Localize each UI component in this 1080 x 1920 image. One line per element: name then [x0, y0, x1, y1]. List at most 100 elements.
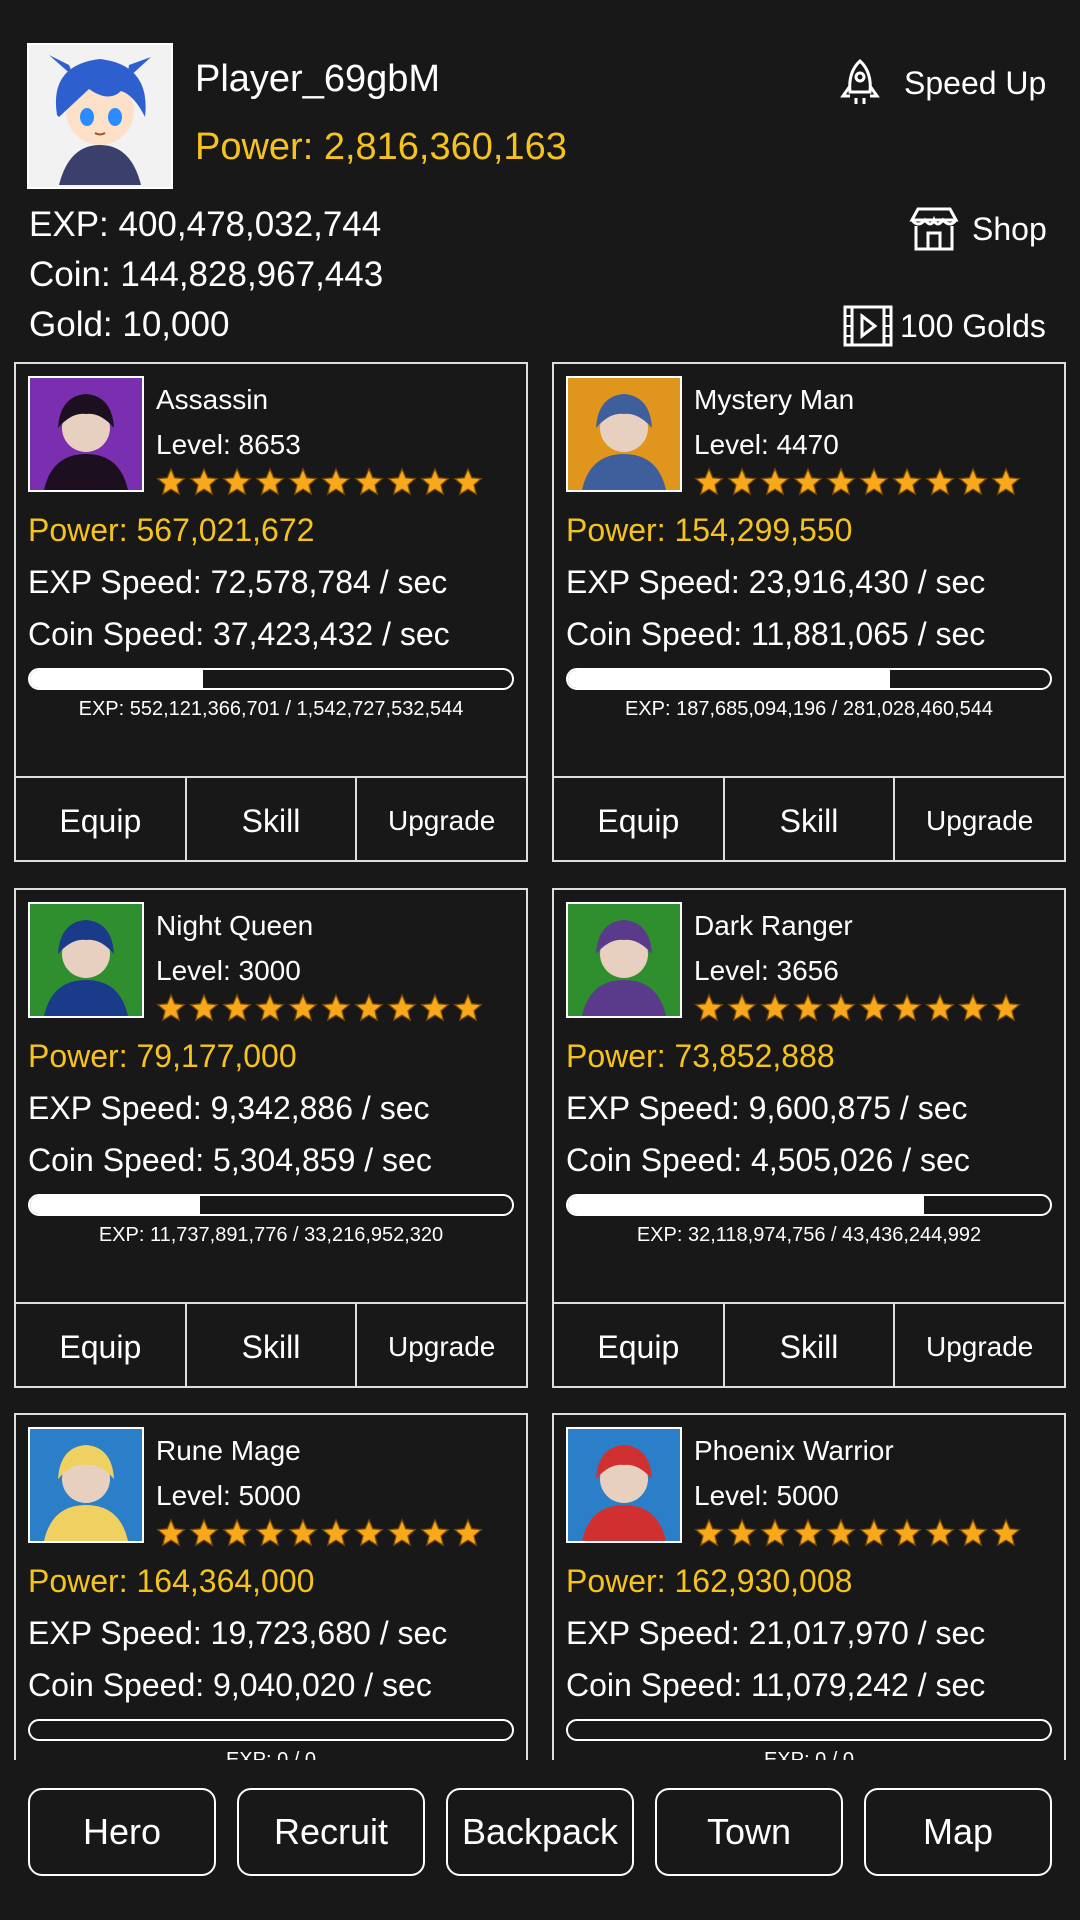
hero-stars	[694, 993, 1021, 1023]
star-icon	[760, 467, 790, 496]
star-icon	[354, 993, 384, 1022]
hero-name: Phoenix Warrior	[694, 1435, 894, 1466]
hero-actions: Equip Skill Upgrade	[554, 1302, 1064, 1386]
hero-portrait[interactable]	[28, 1427, 144, 1543]
hero-actions: Equip Skill Upgrade	[554, 776, 1064, 860]
star-icon	[288, 467, 318, 496]
star-icon	[958, 1518, 988, 1547]
nav-town-button[interactable]: Town	[655, 1788, 843, 1876]
star-icon	[156, 467, 186, 496]
star-icon	[420, 467, 450, 496]
star-icon	[760, 1518, 790, 1547]
star-icon	[387, 993, 417, 1022]
star-icon	[255, 467, 285, 496]
hero-exp-bar	[28, 668, 514, 690]
star-icon	[354, 1518, 384, 1547]
skill-button[interactable]: Skill	[722, 1304, 894, 1386]
star-icon	[991, 993, 1021, 1022]
star-icon	[727, 1518, 757, 1547]
store-icon	[909, 207, 959, 251]
upgrade-button[interactable]: Upgrade	[893, 778, 1064, 860]
hero-portrait[interactable]	[566, 902, 682, 1018]
player-coin: Coin: 144,828,967,443	[29, 255, 384, 294]
star-icon	[793, 1518, 823, 1547]
star-icon	[321, 993, 351, 1022]
hero-power: Power: 79,177,000	[28, 1038, 297, 1074]
hero-stars	[156, 993, 483, 1023]
hero-coin-speed: Coin Speed: 9,040,020 / sec	[28, 1667, 432, 1703]
upgrade-button[interactable]: Upgrade	[355, 1304, 526, 1386]
skill-button[interactable]: Skill	[184, 778, 356, 860]
rocket-icon	[840, 58, 880, 104]
equip-button[interactable]: Equip	[16, 778, 185, 860]
hero-power: Power: 73,852,888	[566, 1038, 835, 1074]
hero-name: Night Queen	[156, 910, 314, 941]
skill-button[interactable]: Skill	[184, 1304, 356, 1386]
hero-exp-speed: EXP Speed: 19,723,680 / sec	[28, 1615, 448, 1651]
hero-stars	[156, 467, 483, 497]
player-name: Player_69gbM	[195, 58, 441, 100]
hero-exp-speed: EXP Speed: 72,578,784 / sec	[28, 564, 448, 600]
hero-exp-text: EXP: 11,737,891,776 / 33,216,952,320	[98, 1224, 444, 1246]
hero-exp-speed: EXP Speed: 9,600,875 / sec	[566, 1090, 968, 1126]
hero-portrait[interactable]	[566, 376, 682, 492]
hero-exp-speed: EXP Speed: 23,916,430 / sec	[566, 564, 986, 600]
hero-name: Mystery Man	[694, 384, 855, 415]
star-icon	[991, 1518, 1021, 1547]
hero-card: Night Queen Level: 3000 Power: 79,177,00…	[14, 888, 528, 1388]
hero-exp-speed: EXP Speed: 9,342,886 / sec	[28, 1090, 430, 1126]
player-power: Power: 2,816,360,163	[195, 126, 567, 168]
equip-button[interactable]: Equip	[554, 778, 723, 860]
star-icon	[255, 1518, 285, 1547]
hero-level: Level: 5000	[156, 1480, 301, 1511]
player-exp: EXP: 400,478,032,744	[29, 205, 382, 244]
star-icon	[727, 467, 757, 496]
hero-portrait[interactable]	[28, 902, 144, 1018]
hero-level: Level: 5000	[694, 1480, 839, 1511]
nav-recruit-button[interactable]: Recruit	[237, 1788, 425, 1876]
star-icon	[793, 993, 823, 1022]
star-icon	[189, 1518, 219, 1547]
hero-exp-bar	[566, 668, 1052, 690]
hero-power: Power: 164,364,000	[28, 1563, 315, 1599]
star-icon	[826, 993, 856, 1022]
hero-card: Mystery Man Level: 4470 Power: 154,299,5…	[552, 362, 1066, 862]
star-icon	[156, 1518, 186, 1547]
star-icon	[958, 993, 988, 1022]
star-icon	[694, 467, 724, 496]
star-icon	[189, 467, 219, 496]
hero-exp-bar	[566, 1719, 1052, 1741]
star-icon	[453, 993, 483, 1022]
star-icon	[826, 1518, 856, 1547]
hero-exp-bar-fill	[30, 670, 203, 688]
upgrade-button[interactable]: Upgrade	[355, 778, 526, 860]
hero-stars	[694, 1518, 1021, 1548]
equip-button[interactable]: Equip	[554, 1304, 723, 1386]
hero-stars	[156, 1518, 483, 1548]
hero-name: Dark Ranger	[694, 910, 853, 941]
watch-ad-golds-button[interactable]: 100 Golds	[842, 304, 1046, 348]
star-icon	[156, 993, 186, 1022]
star-icon	[255, 993, 285, 1022]
hero-portrait[interactable]	[566, 1427, 682, 1543]
hero-exp-bar	[566, 1194, 1052, 1216]
hero-exp-bar	[28, 1194, 514, 1216]
star-icon	[760, 993, 790, 1022]
star-icon	[321, 1518, 351, 1547]
nav-backpack-button[interactable]: Backpack	[446, 1788, 634, 1876]
equip-button[interactable]: Equip	[16, 1304, 185, 1386]
star-icon	[321, 467, 351, 496]
hero-coin-speed: Coin Speed: 11,079,242 / sec	[566, 1667, 986, 1703]
hero-portrait[interactable]	[28, 376, 144, 492]
speed-up-button[interactable]: Speed Up	[838, 58, 1046, 108]
skill-button[interactable]: Skill	[722, 778, 894, 860]
avatar-image	[29, 45, 171, 187]
nav-hero-button[interactable]: Hero	[28, 1788, 216, 1876]
hero-actions: Equip Skill Upgrade	[16, 1302, 526, 1386]
shop-button[interactable]: Shop	[908, 206, 1047, 252]
hero-actions: Equip Skill Upgrade	[16, 776, 526, 860]
star-icon	[387, 467, 417, 496]
upgrade-button[interactable]: Upgrade	[893, 1304, 1064, 1386]
nav-map-button[interactable]: Map	[864, 1788, 1052, 1876]
star-icon	[892, 467, 922, 496]
